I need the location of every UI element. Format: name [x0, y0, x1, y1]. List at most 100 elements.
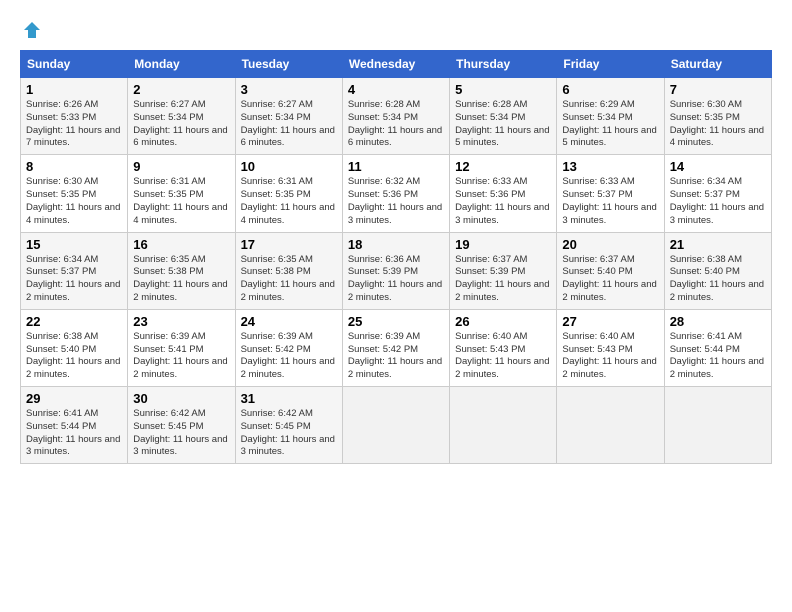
- day-number: 5: [455, 82, 551, 97]
- calendar-cell: 3 Sunrise: 6:27 AM Sunset: 5:34 PM Dayli…: [235, 78, 342, 155]
- calendar-cell: 29 Sunrise: 6:41 AM Sunset: 5:44 PM Dayl…: [21, 387, 128, 464]
- calendar-week-row: 15 Sunrise: 6:34 AM Sunset: 5:37 PM Dayl…: [21, 232, 772, 309]
- day-info: Sunrise: 6:39 AM Sunset: 5:42 PM Dayligh…: [348, 331, 444, 382]
- calendar-cell: 6 Sunrise: 6:29 AM Sunset: 5:34 PM Dayli…: [557, 78, 664, 155]
- day-info: Sunrise: 6:34 AM Sunset: 5:37 PM Dayligh…: [670, 176, 766, 227]
- calendar-cell: 16 Sunrise: 6:35 AM Sunset: 5:38 PM Dayl…: [128, 232, 235, 309]
- day-info: Sunrise: 6:36 AM Sunset: 5:39 PM Dayligh…: [348, 254, 444, 305]
- calendar-cell: 13 Sunrise: 6:33 AM Sunset: 5:37 PM Dayl…: [557, 155, 664, 232]
- day-info: Sunrise: 6:37 AM Sunset: 5:40 PM Dayligh…: [562, 254, 658, 305]
- day-info: Sunrise: 6:34 AM Sunset: 5:37 PM Dayligh…: [26, 254, 122, 305]
- day-info: Sunrise: 6:27 AM Sunset: 5:34 PM Dayligh…: [241, 99, 337, 150]
- day-number: 9: [133, 159, 229, 174]
- calendar-cell: [557, 387, 664, 464]
- day-info: Sunrise: 6:30 AM Sunset: 5:35 PM Dayligh…: [26, 176, 122, 227]
- logo: [20, 20, 42, 40]
- day-info: Sunrise: 6:40 AM Sunset: 5:43 PM Dayligh…: [562, 331, 658, 382]
- day-number: 28: [670, 314, 766, 329]
- calendar-cell: 26 Sunrise: 6:40 AM Sunset: 5:43 PM Dayl…: [450, 309, 557, 386]
- day-info: Sunrise: 6:35 AM Sunset: 5:38 PM Dayligh…: [241, 254, 337, 305]
- calendar-cell: 9 Sunrise: 6:31 AM Sunset: 5:35 PM Dayli…: [128, 155, 235, 232]
- calendar-cell: [342, 387, 449, 464]
- day-number: 6: [562, 82, 658, 97]
- day-number: 8: [26, 159, 122, 174]
- day-number: 12: [455, 159, 551, 174]
- day-number: 30: [133, 391, 229, 406]
- day-number: 19: [455, 237, 551, 252]
- day-number: 14: [670, 159, 766, 174]
- calendar-cell: 21 Sunrise: 6:38 AM Sunset: 5:40 PM Dayl…: [664, 232, 771, 309]
- day-info: Sunrise: 6:30 AM Sunset: 5:35 PM Dayligh…: [670, 99, 766, 150]
- calendar-week-row: 8 Sunrise: 6:30 AM Sunset: 5:35 PM Dayli…: [21, 155, 772, 232]
- day-number: 2: [133, 82, 229, 97]
- calendar-cell: 7 Sunrise: 6:30 AM Sunset: 5:35 PM Dayli…: [664, 78, 771, 155]
- calendar-cell: 20 Sunrise: 6:37 AM Sunset: 5:40 PM Dayl…: [557, 232, 664, 309]
- calendar-cell: 5 Sunrise: 6:28 AM Sunset: 5:34 PM Dayli…: [450, 78, 557, 155]
- day-number: 13: [562, 159, 658, 174]
- calendar-week-row: 22 Sunrise: 6:38 AM Sunset: 5:40 PM Dayl…: [21, 309, 772, 386]
- day-number: 23: [133, 314, 229, 329]
- day-number: 10: [241, 159, 337, 174]
- calendar-cell: 24 Sunrise: 6:39 AM Sunset: 5:42 PM Dayl…: [235, 309, 342, 386]
- calendar-cell: 17 Sunrise: 6:35 AM Sunset: 5:38 PM Dayl…: [235, 232, 342, 309]
- calendar-cell: 14 Sunrise: 6:34 AM Sunset: 5:37 PM Dayl…: [664, 155, 771, 232]
- calendar-cell: 23 Sunrise: 6:39 AM Sunset: 5:41 PM Dayl…: [128, 309, 235, 386]
- calendar-cell: 15 Sunrise: 6:34 AM Sunset: 5:37 PM Dayl…: [21, 232, 128, 309]
- day-number: 3: [241, 82, 337, 97]
- day-info: Sunrise: 6:39 AM Sunset: 5:41 PM Dayligh…: [133, 331, 229, 382]
- day-info: Sunrise: 6:40 AM Sunset: 5:43 PM Dayligh…: [455, 331, 551, 382]
- day-info: Sunrise: 6:31 AM Sunset: 5:35 PM Dayligh…: [133, 176, 229, 227]
- day-info: Sunrise: 6:33 AM Sunset: 5:36 PM Dayligh…: [455, 176, 551, 227]
- day-info: Sunrise: 6:42 AM Sunset: 5:45 PM Dayligh…: [241, 408, 337, 459]
- day-number: 20: [562, 237, 658, 252]
- calendar-week-row: 29 Sunrise: 6:41 AM Sunset: 5:44 PM Dayl…: [21, 387, 772, 464]
- day-number: 21: [670, 237, 766, 252]
- calendar-cell: 19 Sunrise: 6:37 AM Sunset: 5:39 PM Dayl…: [450, 232, 557, 309]
- calendar-cell: 22 Sunrise: 6:38 AM Sunset: 5:40 PM Dayl…: [21, 309, 128, 386]
- calendar-week-row: 1 Sunrise: 6:26 AM Sunset: 5:33 PM Dayli…: [21, 78, 772, 155]
- calendar-cell: 4 Sunrise: 6:28 AM Sunset: 5:34 PM Dayli…: [342, 78, 449, 155]
- day-info: Sunrise: 6:39 AM Sunset: 5:42 PM Dayligh…: [241, 331, 337, 382]
- day-info: Sunrise: 6:26 AM Sunset: 5:33 PM Dayligh…: [26, 99, 122, 150]
- day-number: 7: [670, 82, 766, 97]
- calendar-cell: 31 Sunrise: 6:42 AM Sunset: 5:45 PM Dayl…: [235, 387, 342, 464]
- calendar-header-row: SundayMondayTuesdayWednesdayThursdayFrid…: [21, 51, 772, 78]
- day-header-wednesday: Wednesday: [342, 51, 449, 78]
- day-info: Sunrise: 6:41 AM Sunset: 5:44 PM Dayligh…: [670, 331, 766, 382]
- calendar-cell: 11 Sunrise: 6:32 AM Sunset: 5:36 PM Dayl…: [342, 155, 449, 232]
- day-info: Sunrise: 6:28 AM Sunset: 5:34 PM Dayligh…: [348, 99, 444, 150]
- calendar-cell: 27 Sunrise: 6:40 AM Sunset: 5:43 PM Dayl…: [557, 309, 664, 386]
- calendar-cell: 18 Sunrise: 6:36 AM Sunset: 5:39 PM Dayl…: [342, 232, 449, 309]
- day-info: Sunrise: 6:32 AM Sunset: 5:36 PM Dayligh…: [348, 176, 444, 227]
- day-header-friday: Friday: [557, 51, 664, 78]
- calendar-table: SundayMondayTuesdayWednesdayThursdayFrid…: [20, 50, 772, 464]
- day-info: Sunrise: 6:37 AM Sunset: 5:39 PM Dayligh…: [455, 254, 551, 305]
- day-number: 18: [348, 237, 444, 252]
- day-info: Sunrise: 6:31 AM Sunset: 5:35 PM Dayligh…: [241, 176, 337, 227]
- day-info: Sunrise: 6:33 AM Sunset: 5:37 PM Dayligh…: [562, 176, 658, 227]
- calendar-cell: 10 Sunrise: 6:31 AM Sunset: 5:35 PM Dayl…: [235, 155, 342, 232]
- calendar-cell: 12 Sunrise: 6:33 AM Sunset: 5:36 PM Dayl…: [450, 155, 557, 232]
- day-info: Sunrise: 6:41 AM Sunset: 5:44 PM Dayligh…: [26, 408, 122, 459]
- day-header-thursday: Thursday: [450, 51, 557, 78]
- day-number: 4: [348, 82, 444, 97]
- day-info: Sunrise: 6:38 AM Sunset: 5:40 PM Dayligh…: [26, 331, 122, 382]
- day-info: Sunrise: 6:42 AM Sunset: 5:45 PM Dayligh…: [133, 408, 229, 459]
- day-info: Sunrise: 6:35 AM Sunset: 5:38 PM Dayligh…: [133, 254, 229, 305]
- day-number: 27: [562, 314, 658, 329]
- day-number: 17: [241, 237, 337, 252]
- day-number: 25: [348, 314, 444, 329]
- day-number: 1: [26, 82, 122, 97]
- day-number: 24: [241, 314, 337, 329]
- calendar-cell: 28 Sunrise: 6:41 AM Sunset: 5:44 PM Dayl…: [664, 309, 771, 386]
- day-number: 26: [455, 314, 551, 329]
- day-number: 16: [133, 237, 229, 252]
- day-number: 31: [241, 391, 337, 406]
- page-header: [20, 20, 772, 40]
- day-header-sunday: Sunday: [21, 51, 128, 78]
- calendar-cell: [664, 387, 771, 464]
- day-number: 29: [26, 391, 122, 406]
- day-info: Sunrise: 6:38 AM Sunset: 5:40 PM Dayligh…: [670, 254, 766, 305]
- day-header-monday: Monday: [128, 51, 235, 78]
- day-header-saturday: Saturday: [664, 51, 771, 78]
